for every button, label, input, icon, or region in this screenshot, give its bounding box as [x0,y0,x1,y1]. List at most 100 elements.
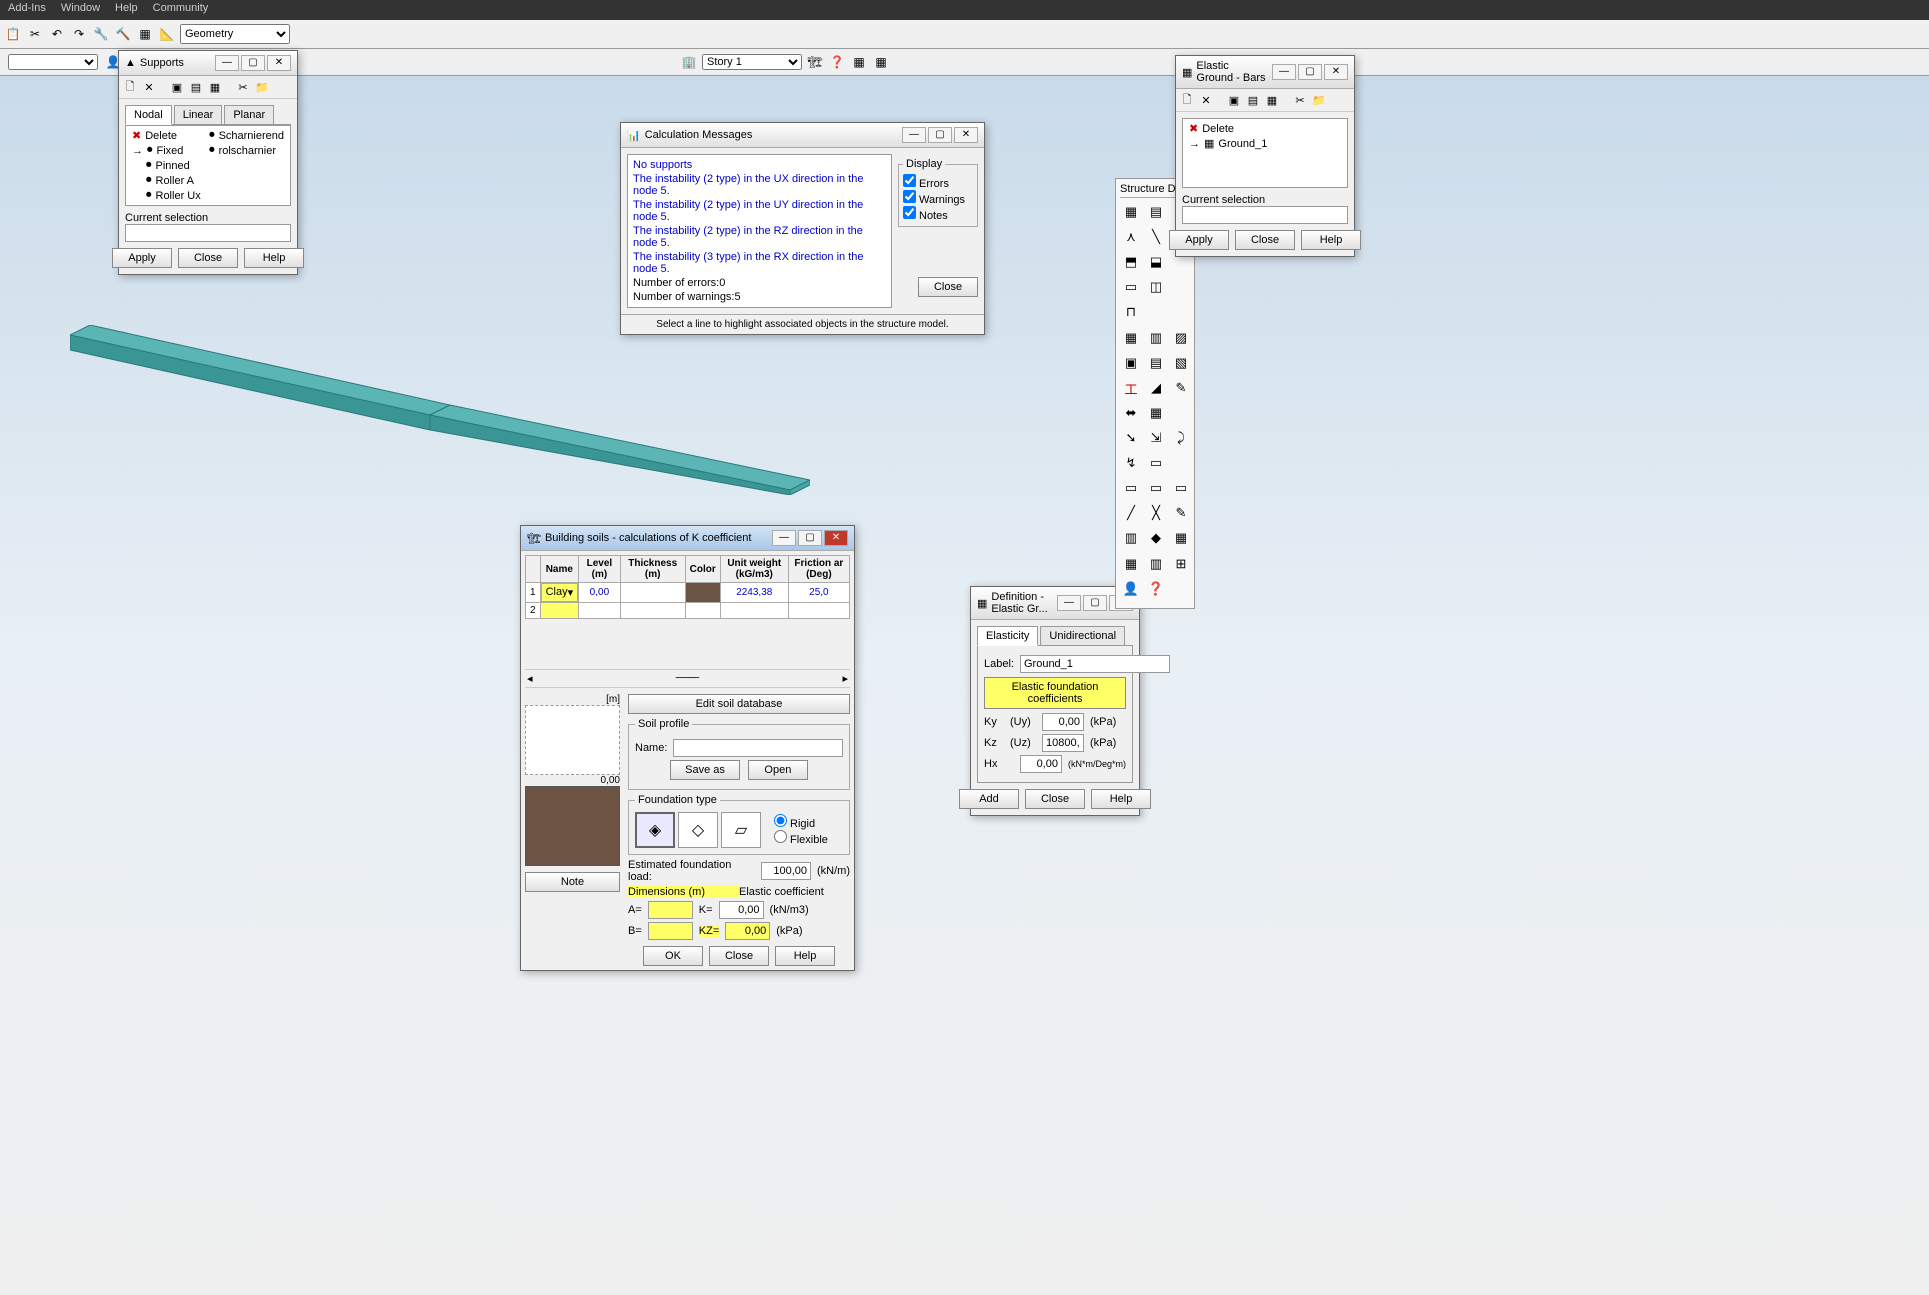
help-button[interactable]: Help [1091,789,1151,809]
tool-icon[interactable]: 工 [1120,377,1142,399]
close-button[interactable]: ✕ [954,127,978,143]
tool-icon[interactable]: ╳ [1145,502,1167,524]
tool-icon[interactable]: ▭ [1120,477,1142,499]
menu-addins[interactable]: Add-Ins [8,2,46,18]
new-icon[interactable]: 🗋 [1179,92,1195,108]
minimize-button[interactable]: — [902,127,926,143]
efc-button[interactable]: Elastic foundation coefficients [984,677,1126,709]
close-button[interactable]: Close [918,277,978,297]
a-input[interactable] [648,901,693,919]
menu-window[interactable]: Window [61,2,100,18]
list-item[interactable]: ✖Delete [1185,121,1345,136]
cut-icon[interactable]: ✂ [235,79,251,95]
msg-item[interactable]: The instability (2 type) in the UX direc… [631,172,888,198]
tool-icon[interactable]: ▭ [1170,477,1192,499]
close-button[interactable]: Close [709,946,769,966]
warnings-check[interactable]: Warnings [903,190,973,206]
k-input[interactable] [719,901,764,919]
tool-icon[interactable]: ▥ [1145,553,1167,575]
current-selection-input[interactable] [125,224,291,242]
b-input[interactable] [648,922,693,940]
est-load-input[interactable] [761,862,811,880]
tool-icon[interactable]: 📐 [158,25,176,43]
cut-icon[interactable]: ✂ [1292,92,1308,108]
tool-icon[interactable]: ⬌ [1120,402,1142,424]
tool-icon[interactable]: ✂ [26,25,44,43]
list-item[interactable]: →⏺Fixed [128,143,205,158]
tool-icon[interactable]: ▤ [1145,352,1167,374]
notes-check[interactable]: Notes [903,206,973,222]
tab-nodal[interactable]: Nodal [125,105,172,125]
scroll-left[interactable]: ◂ [527,672,533,685]
tool-icon[interactable]: 🔨 [114,25,132,43]
tool-icon[interactable]: ▥ [1145,327,1167,349]
note-button[interactable]: Note [525,872,620,892]
tool-icon[interactable]: ➘ [1120,427,1142,449]
apply-button[interactable]: Apply [112,248,172,268]
tool-icon[interactable]: ◫ [1145,276,1167,298]
tab-planar[interactable]: Planar [224,105,274,124]
tool-icon[interactable]: ▦ [1120,201,1142,223]
delete-icon[interactable]: ✕ [141,79,157,95]
new-icon[interactable]: 🗋 [122,79,138,95]
save-as-button[interactable]: Save as [670,760,740,780]
add-button[interactable]: Add [959,789,1019,809]
grid-icon[interactable]: ▦ [872,53,890,71]
found-type-1[interactable]: ◈ [635,812,675,848]
list-item[interactable]: ⏺Roller Ux [128,188,205,203]
found-type-2[interactable]: ◇ [678,812,718,848]
current-selection-input[interactable] [1182,206,1348,224]
tool-icon[interactable]: ⋏ [1120,226,1142,248]
close-button[interactable]: Close [1235,230,1295,250]
tool-icon[interactable]: ▭ [1145,452,1167,474]
close-button[interactable]: ✕ [824,530,848,546]
folder-icon[interactable]: 📁 [254,79,270,95]
msg-item[interactable]: The instability (3 type) in the RX direc… [631,250,888,276]
left-dropdown[interactable] [8,54,98,70]
kz-input[interactable] [725,922,770,940]
tool-icon[interactable]: ⇲ [1145,427,1167,449]
tool-icon[interactable]: ▥ [1120,527,1142,549]
close-button[interactable]: ✕ [267,55,291,71]
label-input[interactable] [1020,655,1170,673]
msg-item[interactable]: The instability (2 type) in the UY direc… [631,198,888,224]
tool-icon[interactable]: ▭ [1120,276,1142,298]
list-item[interactable]: ⏺Roller A [128,173,205,188]
tool-icon[interactable]: ▦ [1145,402,1167,424]
maximize-button[interactable]: ▢ [1083,595,1107,611]
help-icon[interactable]: ❓ [1145,578,1167,600]
dropdown-arrow-icon[interactable]: ▾ [568,586,574,599]
tool-icon[interactable]: ↶ [48,25,66,43]
menu-community[interactable]: Community [153,2,209,18]
list-item[interactable]: ⏺rolscharnier [205,143,288,158]
story-dropdown[interactable]: Story 1 [702,54,802,70]
view-icon[interactable]: ▣ [169,79,185,95]
profile-name-input[interactable] [673,739,843,757]
apply-button[interactable]: Apply [1169,230,1229,250]
list-item[interactable]: ⏺Scharnierend [205,128,288,143]
view-icon[interactable]: ▤ [1245,92,1261,108]
maximize-button[interactable]: ▢ [798,530,822,546]
menu-help[interactable]: Help [115,2,138,18]
maximize-button[interactable]: ▢ [241,55,265,71]
ky-input[interactable] [1042,713,1084,731]
list-item[interactable]: ✖Delete [128,128,205,143]
minimize-button[interactable]: — [1272,64,1296,80]
tool-icon[interactable]: 👤 [1120,578,1142,600]
errors-check[interactable]: Errors [903,174,973,190]
tool-icon[interactable]: ↯ [1120,452,1142,474]
tool-icon[interactable]: 📋 [4,25,22,43]
minimize-button[interactable]: — [772,530,796,546]
tool-icon[interactable]: ⬓ [1145,251,1167,273]
help-button[interactable]: Help [244,248,304,268]
help-button[interactable]: Help [1301,230,1361,250]
tool-icon[interactable]: ▦ [1120,327,1142,349]
minimize-button[interactable]: — [1057,595,1081,611]
grid-icon[interactable]: ▦ [850,53,868,71]
tool-icon[interactable]: ▨ [1170,327,1192,349]
tool-icon[interactable]: ✎ [1170,377,1192,399]
list-item[interactable]: ⏺Pinned [128,158,205,173]
msg-item[interactable]: The instability (2 type) in the RZ direc… [631,224,888,250]
tool-icon[interactable]: 🔧 [92,25,110,43]
maximize-button[interactable]: ▢ [928,127,952,143]
